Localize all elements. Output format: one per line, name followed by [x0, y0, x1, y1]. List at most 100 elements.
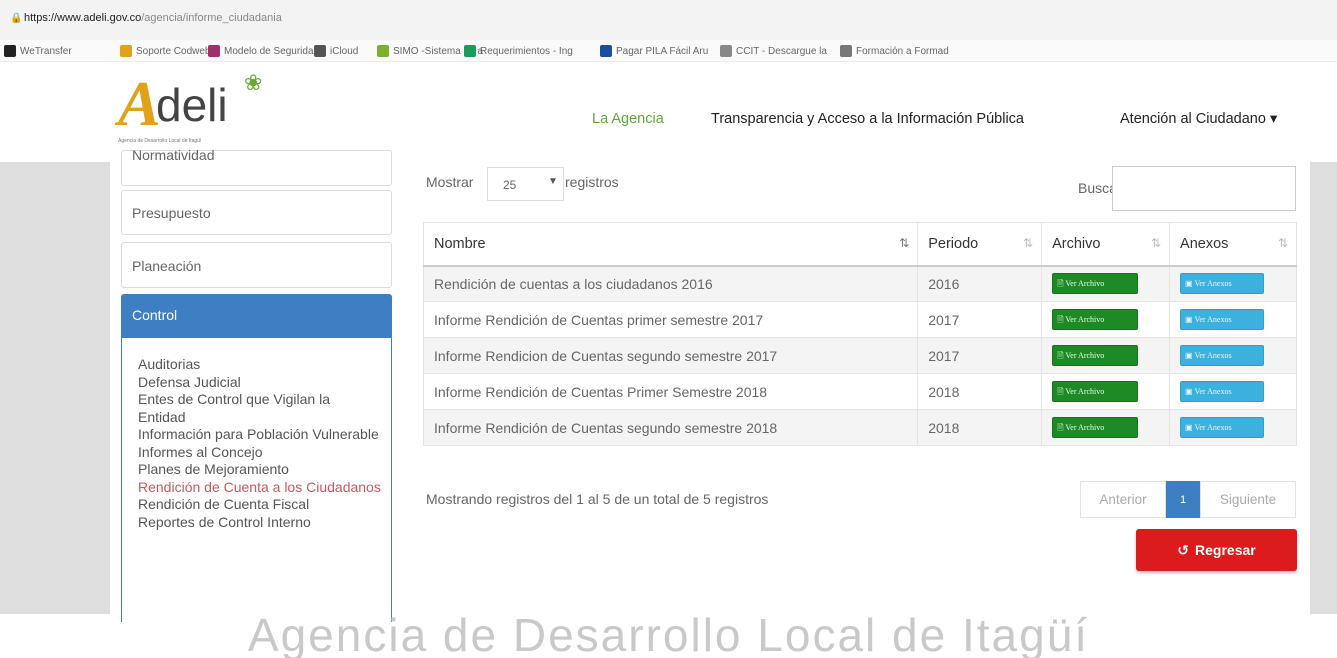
ver-archivo-button[interactable]: 🗎 Ver Archivo	[1052, 273, 1139, 295]
ver-archivo-button[interactable]: 🗎 Ver Archivo	[1052, 381, 1139, 402]
bookmark-favicon-icon	[377, 45, 389, 57]
cell-nombre: Informe Rendición de Cuentas Primer Seme…	[422, 373, 918, 410]
ver-archivo-button[interactable]: 🗎 Ver Archivo	[1052, 309, 1139, 330]
sidebar-item-control[interactable]: Control	[121, 294, 392, 338]
table-row: Informe Rendicion de Cuentas segundo sem…	[422, 337, 1297, 374]
attachment-icon: ▣	[1185, 423, 1193, 432]
cell-periodo: 2018	[917, 409, 1042, 446]
table-row: Informe Rendición de Cuentas Primer Seme…	[422, 373, 1297, 410]
ver-anexos-button[interactable]: ▣ Ver Anexos	[1180, 273, 1265, 295]
bookmark-favicon-icon	[314, 45, 326, 57]
attachment-icon: ▣	[1185, 387, 1193, 396]
bookmark-favicon-icon	[4, 45, 16, 57]
ver-anexos-button[interactable]: ▣ Ver Anexos	[1180, 417, 1265, 438]
bookmark-item[interactable]: Formación a Formad	[840, 43, 949, 59]
pagination: Anterior 1 Siguiente	[1080, 481, 1296, 518]
control-submenu-item[interactable]: Entes de Control que Vigilan la Entidad	[138, 391, 381, 426]
left-gray-panel	[0, 162, 110, 614]
cell-nombre: Rendición de cuentas a los ciudadanos 20…	[422, 265, 918, 302]
table-row: Rendición de cuentas a los ciudadanos 20…	[422, 265, 1297, 302]
cell-anexos: ▣ Ver Anexos	[1169, 373, 1297, 410]
bookmark-item[interactable]: Requerimientos - Ing	[464, 43, 573, 59]
bookmark-item[interactable]: Modelo de Segurida	[208, 43, 314, 59]
ver-anexos-button[interactable]: ▣ Ver Anexos	[1180, 345, 1265, 366]
nav-la-agencia[interactable]: La Agencia	[592, 111, 664, 127]
cell-anexos: ▣ Ver Anexos	[1169, 301, 1297, 338]
cell-archivo: 🗎 Ver Archivo	[1041, 409, 1170, 446]
adeli-logo[interactable]: A deli ❀ Agencia de Desarrollo Local de …	[118, 70, 278, 152]
bookmark-favicon-icon	[120, 45, 132, 57]
table-row: Informe Rendición de Cuentas primer seme…	[422, 301, 1297, 338]
cell-periodo: 2017	[917, 301, 1042, 338]
control-submenu-item[interactable]: Reportes de Control Interno	[138, 514, 381, 532]
right-gray-panel	[1310, 162, 1337, 614]
file-icon: 🗎	[1057, 279, 1064, 289]
next-page-button[interactable]: Siguiente	[1200, 481, 1296, 518]
control-submenu-item[interactable]: Defensa Judicial	[138, 374, 381, 392]
cell-archivo: 🗎 Ver Archivo	[1041, 337, 1170, 374]
control-submenu-item[interactable]: Planes de Mejoramiento	[138, 461, 381, 479]
records-label: registros	[565, 174, 619, 190]
pagination-info: Mostrando registros del 1 al 5 de un tot…	[426, 491, 769, 507]
page-length-select[interactable]: 25 ▼	[487, 167, 564, 201]
bookmark-favicon-icon	[600, 45, 612, 57]
control-submenu-item[interactable]: Información para Población Vulnerable	[138, 426, 381, 444]
sort-icon: ⇅	[1023, 236, 1033, 250]
control-submenu-item[interactable]: Informes al Concejo	[138, 444, 381, 462]
column-header-periodo[interactable]: Periodo ⇅	[917, 222, 1042, 267]
back-button[interactable]: ↺ Regresar	[1136, 529, 1297, 571]
control-submenu-item[interactable]: Rendición de Cuenta Fiscal	[138, 496, 381, 514]
sidebar-item-presupuesto[interactable]: Presupuesto	[121, 190, 392, 235]
lock-icon: 🔒	[10, 13, 23, 24]
file-icon: 🗎	[1057, 387, 1064, 396]
sidebar-item-planeacion[interactable]: Planeación	[121, 242, 392, 288]
bookmark-favicon-icon	[208, 45, 220, 57]
column-header-anexos[interactable]: Anexos ⇅	[1169, 222, 1297, 267]
bookmark-item[interactable]: WeTransfer	[4, 43, 72, 59]
sidebar-item-normatividad[interactable]: Normatividad	[121, 147, 392, 186]
nav-transparencia[interactable]: Transparencia y Acceso a la Información …	[711, 111, 1024, 127]
bookmark-favicon-icon	[840, 45, 852, 57]
url-text[interactable]: https://www.adeli.gov.co/agencia/informe…	[24, 12, 282, 24]
control-submenu-item[interactable]: Rendición de Cuenta a los Ciudadanos	[138, 479, 381, 497]
ver-anexos-button[interactable]: ▣ Ver Anexos	[1180, 381, 1265, 402]
cell-periodo: 2018	[917, 373, 1042, 410]
cell-nombre: Informe Rendición de Cuentas primer seme…	[422, 301, 918, 338]
attachment-icon: ▣	[1185, 351, 1193, 360]
cell-nombre: Informe Rendicion de Cuentas segundo sem…	[422, 337, 918, 374]
show-label: Mostrar	[426, 174, 474, 190]
ver-archivo-button[interactable]: 🗎 Ver Archivo	[1052, 345, 1139, 366]
column-header-nombre[interactable]: Nombre ⇅	[422, 222, 918, 267]
table-row: Informe Rendición de Cuentas segundo sem…	[422, 409, 1297, 446]
bookmarks-bar: WeTransfer Soporte Codweb Modelo de Seguri…	[0, 40, 1337, 62]
nav-atencion-ciudadano[interactable]: Atención al Ciudadano ▾	[1120, 111, 1277, 127]
bookmark-item[interactable]: Soporte Codweb	[120, 43, 211, 59]
current-page-button[interactable]: 1	[1166, 481, 1200, 518]
cell-periodo: 2017	[917, 337, 1042, 374]
ver-anexos-button[interactable]: ▣ Ver Anexos	[1180, 309, 1265, 330]
browser-address-bar[interactable]: 🔒 https://www.adeli.gov.co/agencia/infor…	[0, 0, 1337, 40]
search-input[interactable]	[1112, 166, 1296, 211]
attachment-icon: ▣	[1185, 279, 1193, 289]
cell-archivo: 🗎 Ver Archivo	[1041, 301, 1170, 338]
reports-table: Nombre ⇅ Periodo ⇅ Archivo ⇅ Anexos ⇅ Rendic…	[422, 222, 1297, 446]
cell-archivo: 🗎 Ver Archivo	[1041, 373, 1170, 410]
cell-anexos: ▣ Ver Anexos	[1169, 409, 1297, 446]
bookmark-item[interactable]: CCIT - Descargue la	[720, 43, 827, 59]
ver-archivo-button[interactable]: 🗎 Ver Archivo	[1052, 417, 1139, 438]
cell-periodo: 2016	[917, 265, 1042, 302]
file-icon: 🗎	[1057, 423, 1064, 432]
bookmark-favicon-icon	[464, 45, 476, 57]
undo-icon: ↺	[1177, 541, 1190, 558]
file-icon: 🗎	[1057, 351, 1064, 360]
file-icon: 🗎	[1057, 315, 1064, 324]
attachment-icon: ▣	[1185, 315, 1193, 324]
leaf-icon: ❀	[244, 70, 263, 95]
control-submenu: Auditorias Defensa Judicial Entes de Contr…	[121, 338, 392, 628]
previous-page-button[interactable]: Anterior	[1080, 481, 1166, 518]
sort-icon: ⇅	[1150, 236, 1161, 250]
bookmark-item[interactable]: iCloud	[314, 43, 358, 59]
control-submenu-item[interactable]: Auditorias	[138, 356, 381, 374]
bookmark-item[interactable]: Pagar PILA Fácil Aru	[600, 43, 708, 59]
column-header-archivo[interactable]: Archivo ⇅	[1041, 222, 1170, 267]
